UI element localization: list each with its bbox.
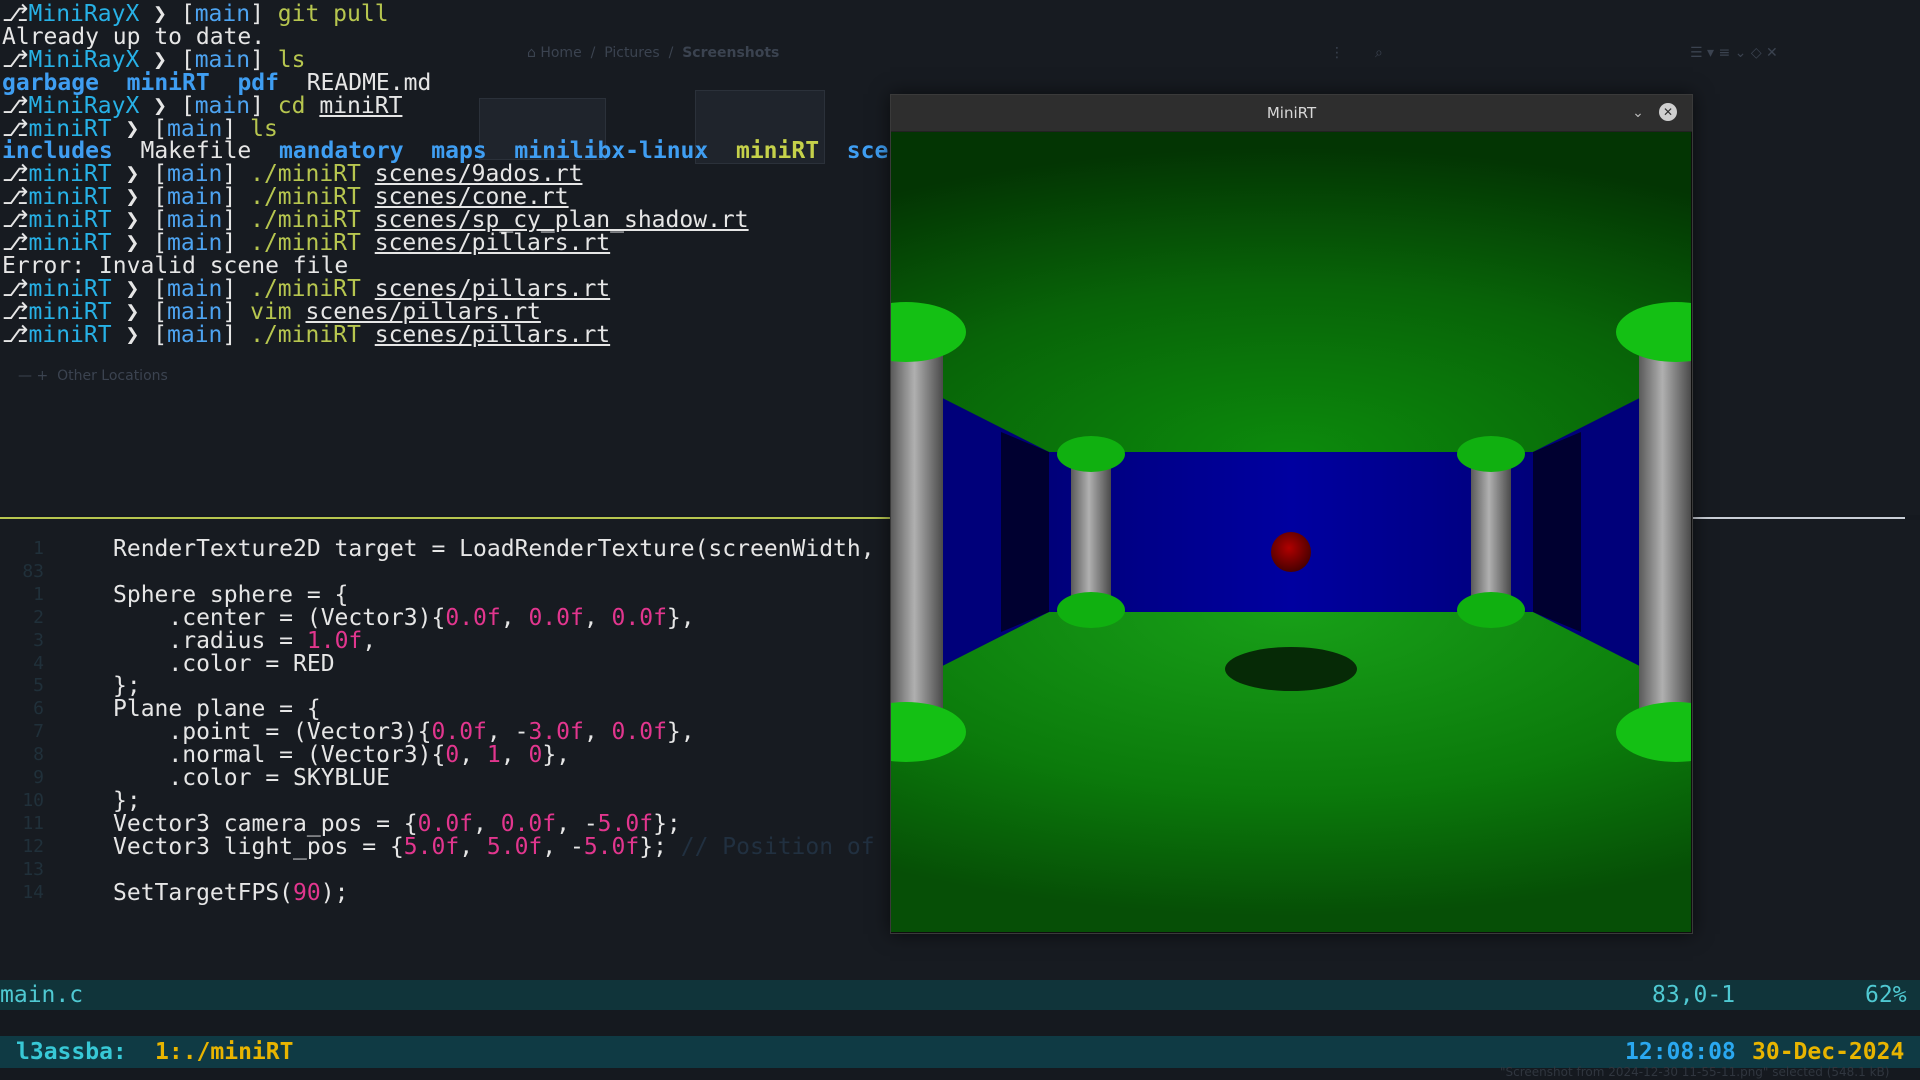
code-token: , - — [542, 833, 584, 860]
close-icon[interactable]: ✕ — [1659, 103, 1677, 121]
tmux-time: 12:08:08 — [1625, 1039, 1736, 1065]
right-wall-shadow — [1533, 432, 1581, 632]
code-token: , — [459, 742, 487, 769]
code-token: }, — [666, 604, 695, 631]
numeric-literal: 0 — [528, 742, 543, 769]
pillar-outer-left — [891, 332, 943, 752]
left-wall-shadow — [1001, 432, 1049, 632]
pillar-inner-right — [1471, 452, 1511, 612]
code-line[interactable]: SetTargetFPS(90); — [113, 879, 348, 907]
code-token: }; — [639, 833, 681, 860]
prompt-separator: ] — [222, 321, 251, 348]
tmux-session: l3assba: — [16, 1039, 127, 1065]
numeric-literal: 0 — [445, 742, 460, 769]
terminal-prompt-line: ⎇miniRT ❯ [main] ./miniRT scenes/pillars… — [2, 321, 610, 349]
code-token: , — [500, 604, 529, 631]
ls-executable-entry: miniRT — [735, 138, 820, 165]
git-branch-icon: ⎇ — [2, 321, 29, 348]
command-argument: scenes/pillars.rt — [374, 230, 611, 256]
code-token: , — [583, 719, 612, 746]
numeric-literal: 5.0f — [486, 833, 543, 860]
line-number: 14 — [22, 881, 44, 903]
sphere — [1271, 532, 1311, 572]
pillar-cap-bottom — [1457, 592, 1525, 628]
numeric-literal: 5.0f — [583, 833, 640, 860]
code-line[interactable]: .color = RED — [113, 650, 335, 678]
fm-menu-icon: ⋮ — [1330, 45, 1344, 61]
code-token: Vector3 light_pos = { — [113, 833, 404, 860]
pillar-cap-bottom — [1057, 592, 1125, 628]
tmux-date: 30-Dec-2024 — [1752, 1039, 1905, 1065]
sphere-shadow — [1225, 647, 1357, 691]
numeric-literal: 0.0f — [445, 604, 501, 631]
numeric-literal: 5.0f — [403, 833, 460, 860]
bottom-strip: "Screenshot from 2024-12-30 11-55-11.png… — [0, 1065, 1920, 1080]
command-argument: miniRT — [319, 92, 403, 119]
tmux-window[interactable]: 1:./miniRT — [155, 1036, 293, 1068]
command-name: git pull — [277, 1, 389, 27]
code-token: , — [500, 742, 529, 769]
minirt-window[interactable]: MiniRT ⌄ ✕ — [890, 94, 1693, 934]
code-line[interactable]: Vector3 light_pos = {5.0f, 5.0f, -5.0f};… — [113, 833, 875, 861]
fm-view-icon: ☰ ▾ ≡ ⌄ ◇ ✕ — [1690, 45, 1778, 61]
code-token: , — [583, 604, 612, 631]
window-title: MiniRT — [1266, 104, 1317, 122]
code-token: SetTargetFPS( — [113, 879, 294, 906]
fm-status-ghost: "Screenshot from 2024-12-30 11-55-11.png… — [1500, 1065, 1890, 1079]
code-line[interactable]: .color = SKYBLUE — [113, 764, 390, 792]
code-comment: // Position of — [680, 833, 875, 860]
fm-breadcrumb: ⌂ Home / Pictures / Screenshots — [527, 45, 780, 61]
code-token: .color = RED — [113, 650, 335, 677]
prompt-separator: ❯ [ — [111, 321, 167, 348]
window-titlebar[interactable]: MiniRT ⌄ ✕ — [891, 95, 1692, 132]
prompt-directory: miniRT — [28, 321, 112, 348]
command-argument: scenes/pillars.rt — [374, 321, 611, 348]
numeric-literal: 90 — [293, 879, 321, 906]
ceiling — [891, 132, 1691, 454]
pillar-outer-right — [1639, 332, 1691, 752]
prompt-branch: main — [167, 321, 223, 348]
code-token: RenderTexture2D target = LoadRenderTextu… — [113, 536, 889, 562]
vim-cursor-position: 83,0-1 — [1652, 982, 1736, 1008]
fm-crumb-home: Home — [540, 45, 582, 61]
fm-crumb-pictures: Pictures — [604, 45, 660, 61]
pillar-cap-top — [1457, 436, 1525, 472]
home-icon: ⌂ — [527, 45, 541, 61]
render-canvas — [891, 132, 1691, 932]
tmux-statusbar: l3assba: 1:./miniRT 12:08:08 30-Dec-2024 — [0, 1036, 1920, 1068]
command-name: cd — [277, 92, 306, 119]
code-token: , — [459, 833, 487, 860]
pane-divider — [0, 517, 890, 519]
vim-statusline: main.c 83,0-1 62% — [0, 980, 1920, 1010]
vim-filename: main.c — [0, 982, 84, 1008]
code-token: , — [362, 627, 377, 654]
numeric-literal: 0.0f — [611, 604, 667, 631]
numeric-literal: 1 — [486, 742, 501, 769]
code-token: .color = SKYBLUE — [113, 765, 390, 791]
pane-divider-right — [1690, 517, 1905, 519]
code-token: }, — [542, 742, 571, 769]
code-line[interactable]: RenderTexture2D target = LoadRenderTextu… — [113, 535, 888, 563]
fm-search-icon: ⌕ — [1375, 45, 1383, 61]
numeric-literal: 0.0f — [528, 604, 584, 631]
code-token: }, — [666, 719, 695, 746]
code-token: ); — [320, 879, 349, 906]
chevron-down-icon[interactable]: ⌄ — [1628, 103, 1648, 123]
ls-directory-entry: sce — [846, 138, 889, 165]
numeric-literal: 0.0f — [611, 719, 667, 746]
fm-crumb-screenshots: Screenshots — [682, 45, 780, 61]
pillar-cap-top — [1057, 436, 1125, 472]
vim-scroll-percent: 62% — [1865, 982, 1907, 1008]
command-name: ./miniRT — [250, 321, 361, 348]
pillar-inner-left — [1071, 452, 1111, 612]
command-line — [0, 1010, 1920, 1036]
fm-other-locations: — + Other Locations — [18, 368, 168, 384]
